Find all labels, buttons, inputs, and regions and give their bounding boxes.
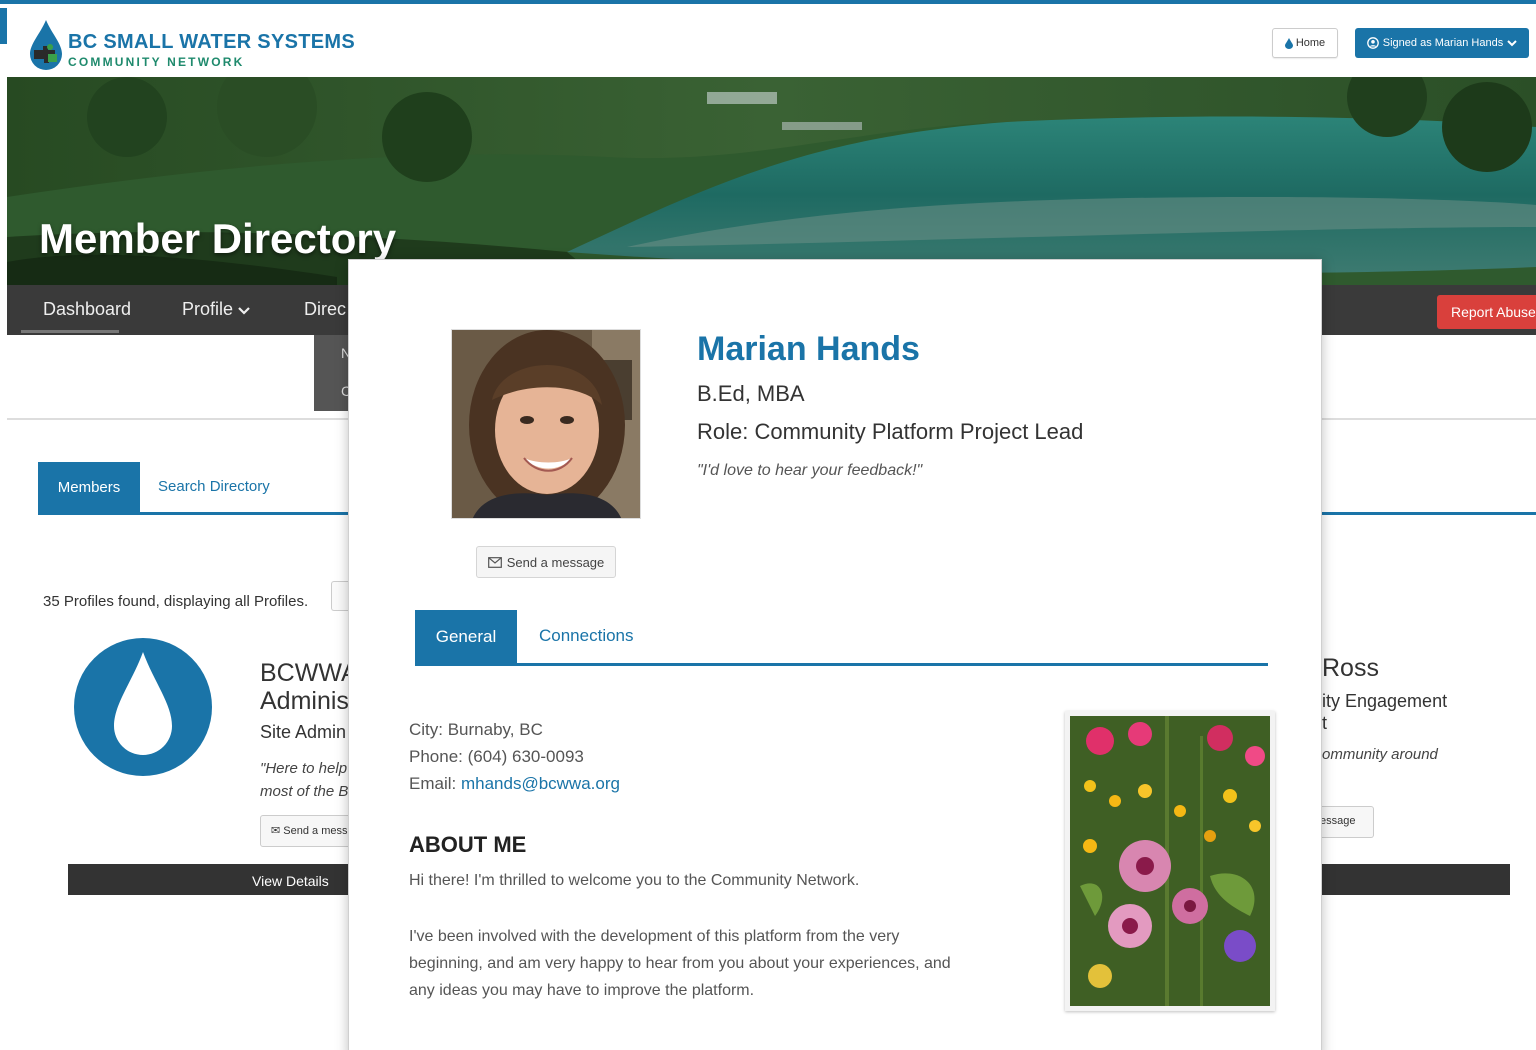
nav-profile-label: Profile: [182, 299, 234, 319]
member-name-line2: Adminis: [260, 687, 349, 715]
site-logo[interactable]: BC SMALL WATER SYSTEMS COMMUNITY NETWORK: [28, 18, 355, 74]
user-menu-label: Signed as Marian Hands: [1382, 37, 1504, 49]
member-role: Site Admin: [260, 722, 347, 742]
tab-general[interactable]: General: [415, 610, 517, 663]
water-drop-icon: [1284, 37, 1293, 49]
member-quote-line1: "Here to help: [260, 760, 348, 777]
email-link[interactable]: mhands@bcwwa.org: [461, 774, 620, 793]
report-abuse-button[interactable]: Report Abuse: [1437, 295, 1536, 329]
profile-credentials: B.Ed, MBA: [697, 381, 805, 406]
send-message-label: Send a message: [506, 554, 605, 570]
profile-email-row: Email: mhands@bcwwa.org: [409, 770, 620, 797]
envelope-icon: ✉: [271, 825, 281, 837]
email-label: Email:: [409, 774, 461, 793]
profiles-count: 35 Profiles found, displaying all Profil…: [43, 593, 309, 610]
home-button-label: Home: [1295, 37, 1326, 49]
send-message-label: Send a mess: [283, 825, 348, 837]
tabs-underline: [415, 663, 1268, 666]
send-message-button[interactable]: essage: [1316, 806, 1374, 838]
profile-modal: Marian Hands B.Ed, MBA Role: Community P…: [348, 259, 1322, 1050]
corner-accent: [0, 8, 7, 44]
member-name: BCWWA Adminis: [260, 659, 358, 715]
chevron-down-icon: [1507, 40, 1517, 47]
profile-phone: Phone: (604) 630-0093: [409, 747, 584, 766]
envelope-icon: [487, 556, 502, 568]
about-heading: ABOUT ME: [409, 832, 527, 857]
tab-members[interactable]: Members: [38, 462, 140, 512]
view-details-link[interactable]: View Details: [252, 873, 329, 889]
water-drop-icon: [114, 652, 172, 755]
member-quote: ommunity around: [1322, 746, 1438, 763]
profile-name: Marian Hands: [697, 330, 920, 368]
member-name-line1: BCWWA: [260, 659, 358, 687]
send-message-button[interactable]: Send a message: [476, 546, 616, 578]
profile-city: City: Burnaby, BC: [409, 720, 543, 739]
nav-dashboard[interactable]: Dashboard: [43, 299, 131, 320]
flower-photo-image: [1070, 716, 1270, 1006]
water-drop-logo-icon: [30, 20, 62, 70]
tab-search-directory[interactable]: Search Directory: [158, 478, 270, 495]
about-paragraph-1: Hi there! I'm thrilled to welcome you to…: [409, 872, 860, 889]
member-quote-line2: most of the B: [260, 783, 349, 800]
nav-active-indicator: [21, 330, 119, 333]
member-role-line2: t: [1322, 713, 1328, 733]
nav-directory[interactable]: Direc: [304, 299, 346, 320]
contact-details: City: Burnaby, BC Phone: (604) 630-0093 …: [409, 716, 620, 797]
page-title: Member Directory: [39, 215, 397, 262]
hero-banner: Member Directory: [7, 77, 1536, 285]
member-name: Ross: [1322, 654, 1379, 682]
avatar: [74, 638, 212, 776]
nav-profile[interactable]: Profile: [182, 299, 250, 320]
logo-title: BC SMALL WATER SYSTEMS: [68, 31, 355, 53]
profile-tabs: General Connections: [415, 610, 1268, 668]
member-role: ity Engagement t: [1322, 690, 1447, 734]
profile-role: Role: Community Platform Project Lead: [697, 419, 1084, 444]
profile-photo: [451, 329, 641, 519]
logo-subtitle: COMMUNITY NETWORK: [68, 55, 245, 69]
member-quote: "Here to help most of the B: [260, 757, 348, 803]
flower-photo: [1065, 711, 1275, 1011]
user-menu-button[interactable]: Signed as Marian Hands: [1355, 28, 1529, 58]
send-message-button[interactable]: ✉ Send a mess: [260, 815, 360, 847]
page: BC SMALL WATER SYSTEMS COMMUNITY NETWORK…: [0, 0, 1536, 1050]
profile-photo-image: [452, 330, 640, 518]
about-paragraph-2: I've been involved with the development …: [409, 928, 951, 999]
profile-quote: "I'd love to hear your feedback!": [697, 462, 923, 479]
tab-connections[interactable]: Connections: [539, 626, 634, 646]
site-header: BC SMALL WATER SYSTEMS COMMUNITY NETWORK…: [0, 4, 1536, 77]
chevron-down-icon: [238, 307, 250, 315]
member-role-line1: ity Engagement: [1322, 691, 1448, 711]
home-button[interactable]: Home: [1272, 28, 1338, 58]
user-circle-icon: [1366, 37, 1379, 49]
